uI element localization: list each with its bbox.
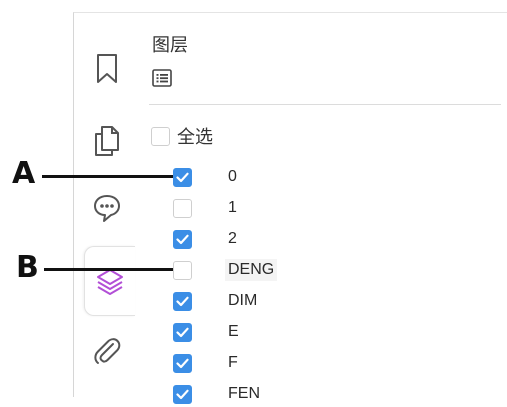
options-menu-icon (152, 68, 172, 92)
layer-checkbox[interactable] (173, 322, 192, 342)
pages-icon (93, 125, 121, 157)
callout-b-line (44, 268, 173, 271)
divider (149, 104, 501, 105)
layer-row[interactable]: DENG (173, 257, 493, 283)
layer-checkbox[interactable] (173, 291, 192, 311)
layer-row[interactable]: 1 (173, 195, 493, 221)
layer-row[interactable]: F (173, 350, 493, 376)
layer-checkbox[interactable] (173, 353, 192, 373)
comments-tab[interactable] (84, 185, 130, 231)
callout-b-label: B (16, 250, 39, 285)
layer-name: FEN (228, 385, 260, 402)
layer-name: DIM (228, 292, 258, 309)
side-rail (73, 12, 141, 397)
callout-a-line (42, 175, 173, 178)
layer-checkbox[interactable] (173, 229, 192, 249)
attachment-icon (92, 335, 122, 367)
panel-options-button[interactable] (151, 68, 173, 92)
layer-row[interactable]: 0 (173, 164, 493, 190)
attachments-tab[interactable] (84, 328, 130, 374)
layer-row[interactable]: DIM (173, 288, 493, 314)
panel-title: 图层 (152, 35, 188, 55)
callout-a-label: A (12, 156, 36, 191)
layer-name: E (228, 323, 239, 340)
layer-checkbox[interactable] (173, 260, 192, 280)
bookmark-icon (94, 53, 120, 85)
layer-name: F (228, 354, 238, 371)
layer-row[interactable]: 2 (173, 226, 493, 252)
bookmarks-tab[interactable] (84, 46, 130, 92)
layer-row[interactable]: E (173, 319, 493, 345)
layer-checkbox[interactable] (173, 384, 192, 404)
layer-name: 1 (228, 199, 237, 216)
layer-row[interactable]: FEN (173, 381, 493, 407)
select-all-checkbox[interactable] (151, 126, 170, 146)
layer-checkbox[interactable] (173, 167, 192, 187)
comment-icon (92, 193, 122, 223)
layer-name: 0 (228, 168, 237, 185)
layers-tab[interactable] (84, 246, 135, 316)
layer-name: DENG (225, 259, 278, 281)
select-all-label: 全选 (177, 127, 213, 147)
layers-panel: 图层 全选 0 1 2 DENG DIM E F FEN (140, 12, 507, 404)
layer-checkbox[interactable] (173, 198, 192, 218)
layer-name: 2 (228, 230, 237, 247)
select-all-row[interactable]: 全选 (151, 123, 213, 149)
pages-tab[interactable] (84, 118, 130, 164)
